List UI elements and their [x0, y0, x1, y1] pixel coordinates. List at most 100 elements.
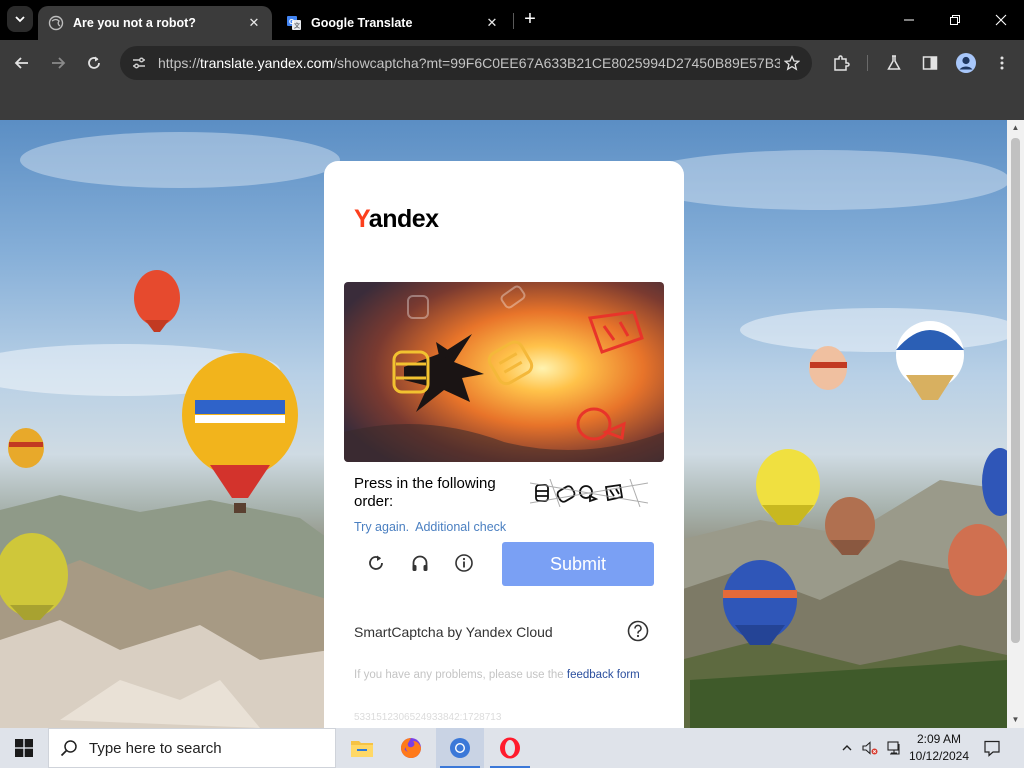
problems-message: If you have any problems, please use the: [354, 669, 567, 681]
browser-window: Are you not a robot? ✕ G文 Google Transla…: [0, 0, 1024, 728]
arrow-left-icon: [14, 57, 28, 69]
tab-title: Google Translate: [311, 16, 413, 30]
chrome-taskbar-button[interactable]: [436, 728, 484, 768]
notifications-button[interactable]: [978, 728, 1006, 768]
browser-toolbar: https://translate.yandex.com/showcaptcha…: [0, 40, 1024, 86]
show-hidden-icons-button[interactable]: [836, 728, 858, 768]
request-id: 5331512306524933842:1728713: [354, 712, 502, 723]
restore-button[interactable]: [932, 0, 978, 40]
firefox-icon: [401, 738, 421, 758]
opera-taskbar-button[interactable]: [486, 728, 534, 768]
feedback-form-link[interactable]: feedback form: [567, 669, 640, 681]
restore-icon: [950, 15, 960, 25]
logo-letter-y: Y: [354, 205, 369, 233]
smartcaptcha-label: SmartCaptcha by Yandex Cloud: [354, 624, 553, 640]
minimize-button[interactable]: [886, 0, 932, 40]
captcha-image[interactable]: [344, 282, 664, 462]
bookmark-star-icon[interactable]: [780, 51, 804, 75]
chrome-icon: [450, 738, 470, 758]
close-icon: [995, 14, 1007, 26]
captcha-links: Try again. Additional check: [354, 520, 512, 534]
more-vertical-icon: [1000, 56, 1004, 70]
flask-icon: [887, 55, 901, 70]
chevron-down-icon: [15, 16, 25, 23]
search-placeholder: Type here to search: [89, 739, 222, 757]
audio-captcha-button[interactable]: [407, 550, 433, 576]
taskbar-clock[interactable]: 2:09 AM 10/12/2024: [904, 731, 974, 765]
site-info-icon[interactable]: [127, 51, 151, 75]
firefox-taskbar-button[interactable]: [387, 728, 435, 768]
start-button[interactable]: [0, 728, 48, 768]
toolbar-separator: [867, 55, 868, 71]
logo-text: andex: [368, 205, 439, 233]
tab-title: Are you not a robot?: [73, 16, 196, 30]
info-icon: [455, 554, 473, 572]
bookmarks-bar: [0, 86, 1024, 120]
info-button[interactable]: [451, 550, 477, 576]
page-viewport: Yandex Press in the following order: Try…: [0, 120, 1007, 728]
labs-button[interactable]: [880, 49, 908, 77]
clock-time: 2:09 AM: [916, 732, 962, 746]
tab-are-you-not-a-robot[interactable]: Are you not a robot? ✕: [38, 6, 272, 40]
network-icon: [887, 741, 900, 755]
additional-check-link[interactable]: Additional check: [415, 520, 506, 534]
try-again-link[interactable]: Try again.: [354, 520, 409, 534]
scroll-up-icon[interactable]: ▲: [1011, 123, 1020, 132]
submit-button[interactable]: Submit: [502, 542, 654, 586]
question-icon[interactable]: [627, 620, 649, 642]
menu-button[interactable]: [988, 49, 1016, 77]
file-explorer-taskbar-button[interactable]: [338, 728, 386, 768]
windows-logo-icon: [15, 739, 33, 757]
clock-date: 10/12/2024: [908, 749, 970, 763]
extensions-button[interactable]: [827, 49, 855, 77]
minimize-icon: [904, 19, 914, 21]
reload-icon: [88, 56, 100, 69]
globe-icon: [48, 15, 64, 31]
side-panel-button[interactable]: [916, 49, 944, 77]
close-icon[interactable]: ✕: [484, 15, 500, 31]
search-icon: [49, 728, 89, 768]
side-panel-icon: [922, 56, 938, 70]
url-host: translate.yandex.com: [200, 55, 334, 71]
avatar-icon: [956, 53, 976, 73]
yandex-logo: Yandex: [354, 205, 439, 234]
refresh-captcha-button[interactable]: [363, 550, 389, 576]
scroll-down-icon[interactable]: ▼: [1011, 715, 1020, 724]
tab-separator: [513, 13, 514, 29]
scrollbar-thumb[interactable]: [1011, 138, 1020, 643]
tab-google-translate[interactable]: G文 Google Translate ✕: [276, 6, 510, 40]
url-text: https://translate.yandex.com/showcaptcha…: [158, 55, 780, 71]
vertical-scrollbar[interactable]: ▲ ▼: [1007, 120, 1024, 728]
tab-strip: Are you not a robot? ✕ G文 Google Transla…: [0, 0, 1024, 40]
new-tab-button[interactable]: +: [519, 8, 541, 30]
headphones-icon: [412, 555, 428, 571]
volume-muted-tray-button[interactable]: [859, 728, 881, 768]
folder-icon: [351, 741, 373, 757]
forward-button[interactable]: [44, 49, 72, 77]
chevron-up-icon: [842, 745, 852, 751]
puzzle-icon: [834, 55, 850, 71]
google-translate-icon: G文: [286, 15, 302, 31]
notification-icon: [984, 740, 1000, 757]
close-icon[interactable]: ✕: [246, 15, 262, 31]
instruction-text: Press in the following order:: [354, 475, 496, 510]
back-button[interactable]: [8, 49, 36, 77]
windows-taskbar: Type here to search 2:09 AM 10/12/2024: [0, 728, 1024, 768]
tab-search-button[interactable]: [7, 6, 33, 32]
svg-text:文: 文: [293, 22, 301, 30]
profile-button[interactable]: [952, 49, 980, 77]
reload-button[interactable]: [80, 49, 108, 77]
taskbar-search-box[interactable]: Type here to search: [48, 728, 336, 768]
close-window-button[interactable]: [978, 0, 1024, 40]
url-path: /showcaptcha?mt=99F6C0EE67A633B21CE80259…: [333, 55, 780, 71]
arrow-right-icon: [52, 57, 66, 69]
network-tray-button[interactable]: [883, 728, 905, 768]
speaker-muted-icon: [862, 741, 878, 755]
address-bar[interactable]: https://translate.yandex.com/showcaptcha…: [120, 46, 812, 80]
url-prefix: https://: [158, 55, 201, 71]
order-sequence-image: [529, 478, 649, 508]
opera-icon: [500, 737, 520, 759]
captcha-card: Yandex Press in the following order: Try…: [324, 161, 684, 728]
refresh-icon: [369, 555, 383, 570]
problems-text: If you have any problems, please use the…: [354, 667, 644, 683]
